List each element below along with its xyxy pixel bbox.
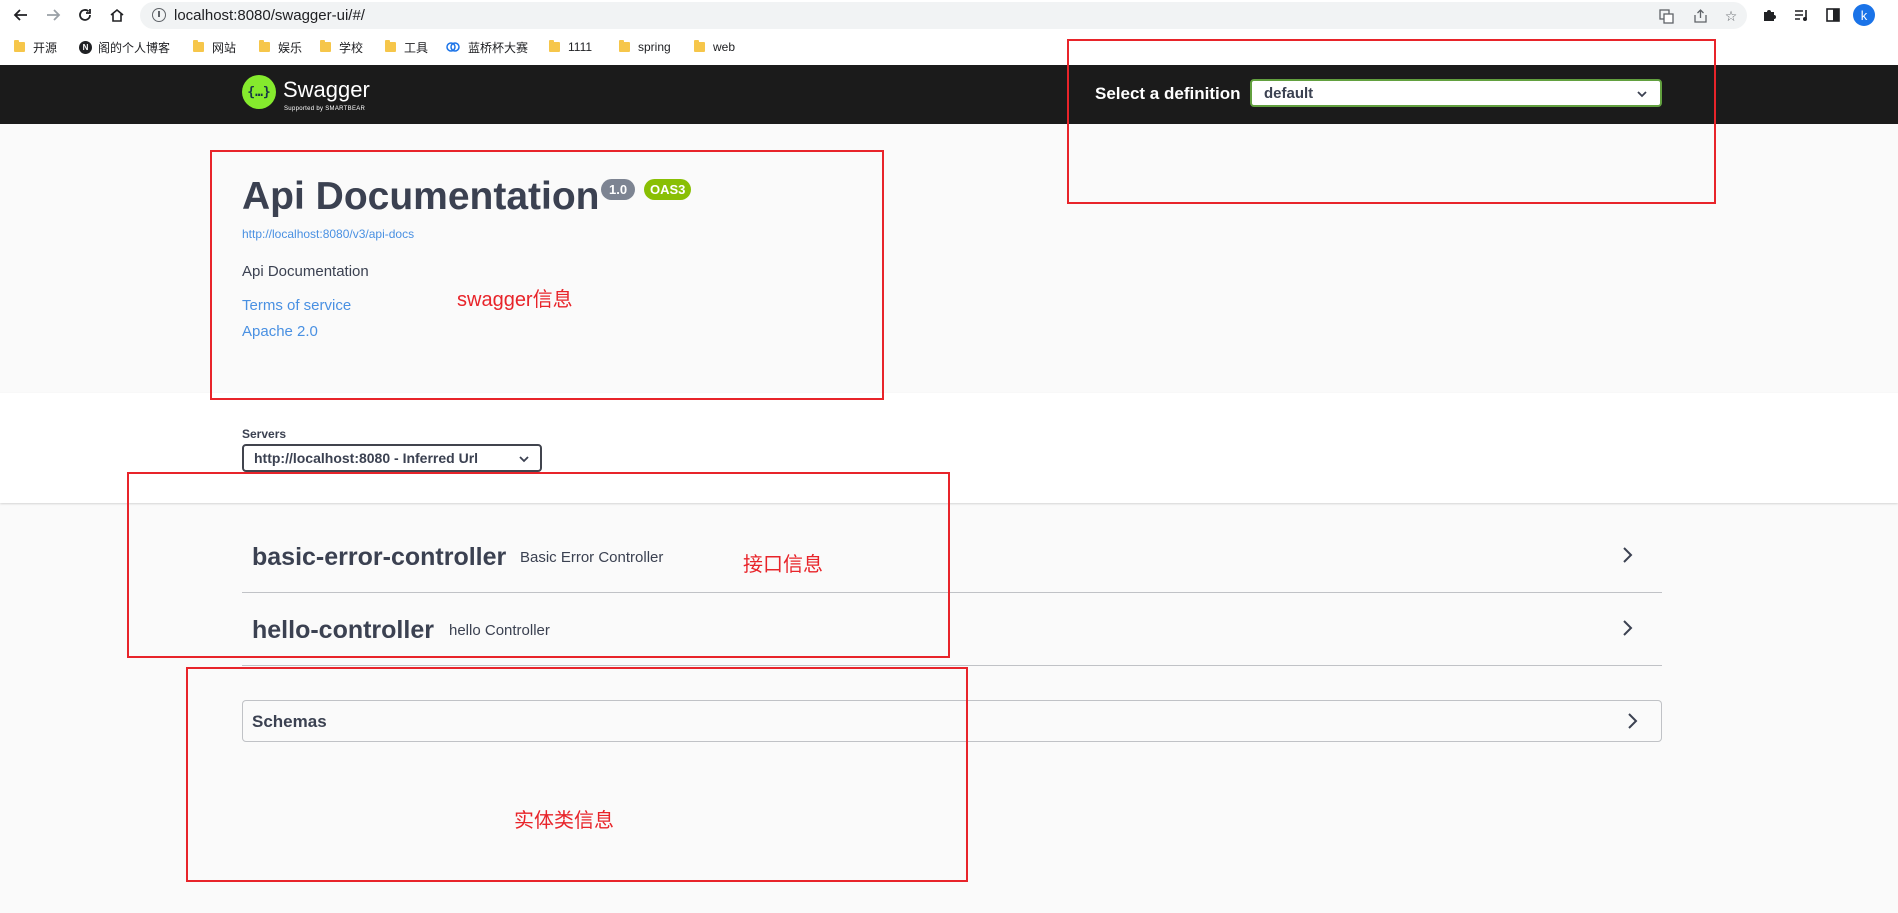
media-control-icon[interactable]	[1790, 4, 1812, 26]
reload-icon[interactable]	[72, 4, 98, 26]
chevron-right-icon[interactable]	[1622, 619, 1634, 642]
folder-icon	[619, 40, 630, 52]
folder-icon	[259, 40, 270, 52]
bookmark-item[interactable]: spring	[619, 37, 671, 57]
profile-avatar[interactable]: k	[1853, 4, 1875, 26]
folder-icon	[385, 40, 396, 52]
translate-icon[interactable]	[1657, 7, 1675, 25]
chevron-right-icon[interactable]	[1622, 546, 1634, 569]
bookmark-item[interactable]: 工具	[385, 37, 428, 57]
bookmark-item[interactable]: 学校	[320, 37, 363, 57]
home-icon[interactable]	[104, 4, 130, 26]
bookmark-star-icon[interactable]: ☆	[1722, 7, 1740, 25]
url-text[interactable]: localhost:8080/swagger-ui/#/	[174, 7, 365, 24]
logo-name[interactable]: Swagger	[283, 77, 370, 103]
share-icon[interactable]	[1691, 7, 1709, 25]
folder-icon	[14, 40, 25, 52]
entity-info-annotation-box	[186, 667, 968, 882]
bookmark-item[interactable]: web	[694, 37, 735, 57]
bookmark-item[interactable]: 1111	[549, 37, 592, 57]
extensions-icon[interactable]	[1758, 4, 1780, 26]
logo-subtitle: Supported by SMARTBEAR	[284, 106, 366, 112]
api-info-annotation: 接口信息	[743, 554, 823, 576]
bookmark-item[interactable]: N 阁的个人博客	[79, 37, 170, 57]
bookmark-item[interactable]: 开源	[14, 37, 57, 57]
swagger-info-annotation-box	[210, 150, 884, 400]
bookmark-item[interactable]: 娱乐	[259, 37, 302, 57]
bookmark-item[interactable]: 网站	[193, 37, 236, 57]
folder-icon	[694, 40, 705, 52]
chevron-right-icon[interactable]	[1627, 712, 1639, 735]
bookmark-item[interactable]: 蓝桥杯大赛	[446, 37, 528, 57]
side-panel-icon[interactable]	[1822, 4, 1844, 26]
folder-icon	[549, 40, 560, 52]
entity-info-annotation: 实体类信息	[514, 810, 614, 832]
swagger-logo-icon[interactable]: {…}	[242, 75, 276, 109]
site-favicon-icon: N	[79, 40, 92, 54]
forward-icon[interactable]	[40, 4, 66, 26]
api-info-annotation-box	[127, 472, 950, 658]
back-icon[interactable]	[8, 4, 34, 26]
servers-value: http://localhost:8080 - Inferred Url	[254, 450, 479, 466]
site-favicon-icon	[446, 41, 460, 53]
servers-label: Servers	[242, 427, 287, 441]
site-info-icon[interactable]	[152, 8, 166, 22]
address-bar[interactable]: localhost:8080/swagger-ui/#/ ☆	[140, 2, 1747, 29]
chevron-down-icon	[518, 452, 530, 470]
folder-icon	[193, 40, 204, 52]
folder-icon	[320, 40, 331, 52]
definition-annotation-box	[1067, 39, 1716, 204]
swagger-info-annotation: swagger信息	[457, 289, 573, 311]
servers-select[interactable]: http://localhost:8080 - Inferred Url	[242, 444, 542, 472]
